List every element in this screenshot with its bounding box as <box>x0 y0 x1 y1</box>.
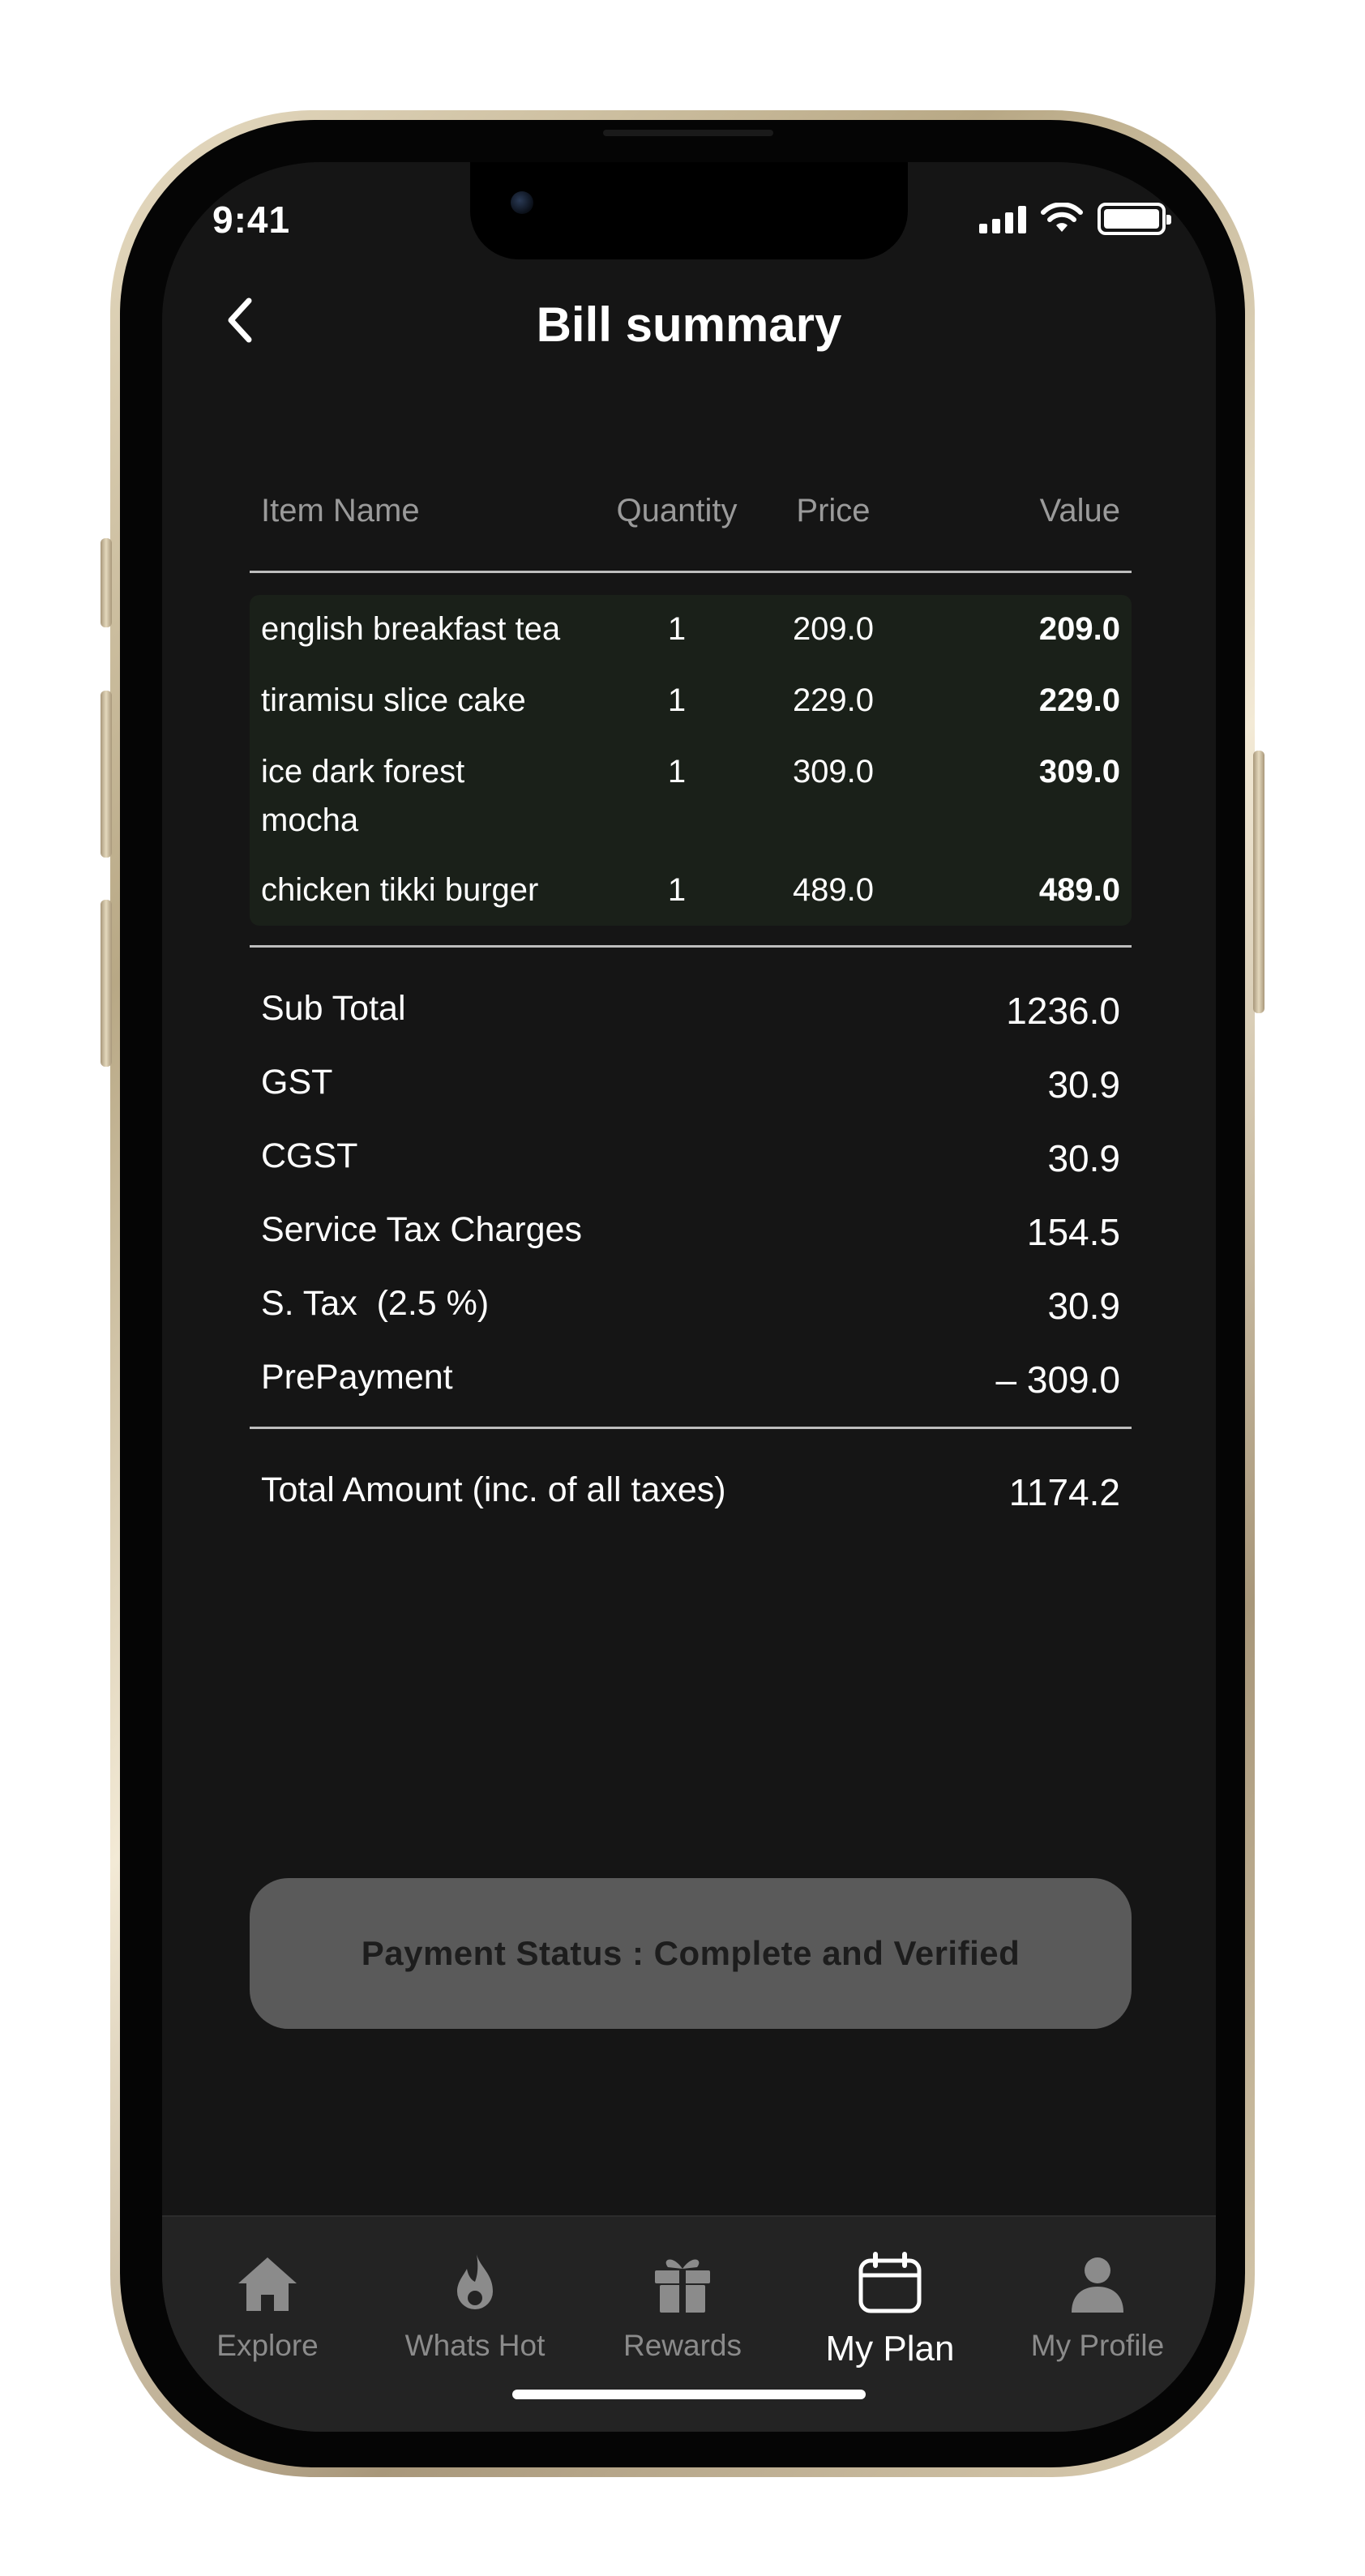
item-price: 229.0 <box>792 683 875 718</box>
home-icon <box>238 2257 297 2311</box>
side-button-volume-down <box>101 900 112 1067</box>
summary-label: Sub Total <box>261 989 406 1028</box>
tab-label: My Plan <box>825 2329 955 2368</box>
page-title: Bill summary <box>536 297 842 352</box>
item-quantity: 1 <box>667 683 687 718</box>
item-quantity: 1 <box>667 872 687 908</box>
item-value: 229.0 <box>1038 683 1120 718</box>
tab-my-profile[interactable]: My Profile <box>1000 2249 1195 2363</box>
item-value: 309.0 <box>1038 754 1120 789</box>
divider <box>250 571 1132 573</box>
status-time: 9:41 <box>212 199 291 241</box>
column-header-value: Value <box>1039 493 1120 528</box>
total-label: Total Amount (inc. of all taxes) <box>261 1470 726 1509</box>
item-name: ice dark forest mocha <box>261 754 465 838</box>
tab-label: My Profile <box>1030 2329 1165 2362</box>
divider <box>250 1427 1132 1429</box>
payment-status-button[interactable]: Payment Status : Complete and Verified <box>250 1878 1132 2029</box>
item-quantity: 1 <box>667 754 687 789</box>
front-camera <box>511 191 533 214</box>
item-price: 489.0 <box>792 872 875 908</box>
item-value: 489.0 <box>1038 872 1120 908</box>
home-indicator[interactable] <box>512 2390 866 2399</box>
column-header-price: Price <box>796 493 871 528</box>
tab-label: Explore <box>216 2329 319 2362</box>
gift-icon <box>655 2259 710 2313</box>
total-value: 1174.2 <box>1008 1471 1120 1513</box>
app-screen: 9:41 Bill summary Item Name Quantity Pri… <box>162 162 1216 2432</box>
summary-value: – 309.0 <box>995 1359 1120 1401</box>
tab-whats-hot[interactable]: Whats Hot <box>378 2249 572 2363</box>
item-name: english breakfast tea <box>261 611 561 647</box>
summary-value: 30.9 <box>1047 1285 1120 1327</box>
tab-label: Rewards <box>623 2329 742 2362</box>
summary-label: GST <box>261 1063 333 1102</box>
side-button-volume-up <box>101 691 112 858</box>
calendar-icon <box>858 2252 922 2313</box>
battery-icon <box>1098 203 1171 235</box>
divider <box>250 945 1132 948</box>
tab-explore[interactable]: Explore <box>170 2249 365 2363</box>
item-price: 309.0 <box>792 754 875 789</box>
item-value: 209.0 <box>1038 611 1120 647</box>
speaker-grille <box>603 130 773 136</box>
status-icons <box>979 203 1171 235</box>
tab-label: Whats Hot <box>404 2329 546 2362</box>
summary-label: CGST <box>261 1136 358 1175</box>
summary-value: 30.9 <box>1047 1063 1120 1106</box>
summary-value: 1236.0 <box>1006 990 1120 1032</box>
side-button-power <box>1253 751 1264 1013</box>
summary-value: 30.9 <box>1047 1137 1120 1179</box>
wifi-icon <box>1041 203 1083 232</box>
summary-label: PrePayment <box>261 1358 453 1397</box>
summary-label: Service Tax Charges <box>261 1210 582 1249</box>
column-header-item-name: Item Name <box>261 493 420 528</box>
items-list: english breakfast tea 1 209.0 209.0 tira… <box>250 595 1132 926</box>
summary-value: 154.5 <box>1026 1211 1120 1253</box>
item-quantity: 1 <box>667 611 687 647</box>
user-icon <box>1072 2257 1123 2313</box>
table-header: Item Name Quantity Price Value <box>250 486 1132 551</box>
tab-rewards[interactable]: Rewards <box>585 2249 780 2363</box>
summary-label: S. Tax (2.5 %) <box>261 1284 490 1323</box>
cellular-signal-icon <box>979 204 1026 233</box>
side-button-mute <box>101 538 112 627</box>
column-header-quantity: Quantity <box>616 493 738 528</box>
flame-icon <box>457 2254 493 2309</box>
notch <box>470 162 908 259</box>
item-name: tiramisu slice cake <box>261 683 526 718</box>
item-price: 209.0 <box>792 611 875 647</box>
item-name: chicken tikki burger <box>261 872 539 908</box>
tab-my-plan[interactable]: My Plan <box>793 2249 987 2369</box>
